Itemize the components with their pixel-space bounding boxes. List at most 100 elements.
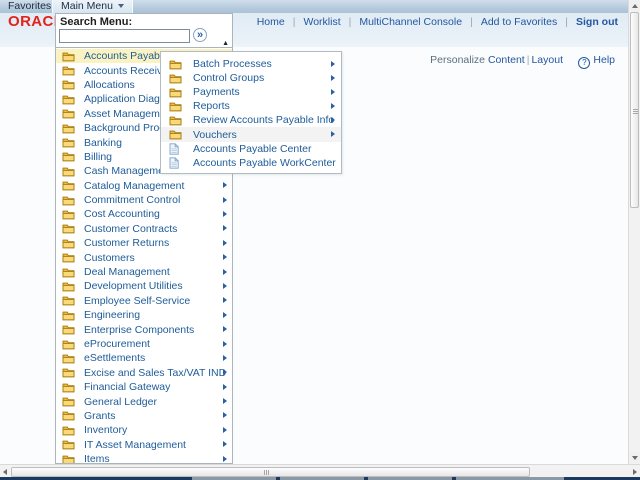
submenu-item-batch-processes[interactable]: Batch Processes: [161, 57, 341, 71]
scrollbar-grip-icon: [633, 109, 638, 115]
menu-item-cost-accounting[interactable]: Cost Accounting: [56, 207, 232, 221]
vertical-scrollbar[interactable]: [628, 0, 640, 464]
menu-item-label: Control Groups: [193, 72, 265, 85]
menu-item-esettlements[interactable]: eSettlements: [56, 351, 232, 365]
main-menu-tab[interactable]: Main Menu: [52, 0, 133, 13]
menu-item-employee-self-service[interactable]: Employee Self-Service: [56, 294, 232, 308]
submenu-arrow-icon: [223, 282, 227, 289]
folder-icon: [62, 425, 75, 436]
menu-item-label: eProcurement: [84, 338, 150, 350]
submenu-item-reports[interactable]: Reports: [161, 99, 341, 113]
menu-item-label: Payments: [193, 86, 240, 99]
menu-item-deal-management[interactable]: Deal Management: [56, 265, 232, 279]
menu-item-label: Billing: [84, 150, 113, 163]
submenu-item-payments[interactable]: Payments: [161, 85, 341, 99]
menu-item-label: Customer Contracts: [84, 222, 178, 235]
menu-item-it-asset-management[interactable]: IT Asset Management: [56, 438, 232, 452]
worklist-link[interactable]: Worklist: [303, 16, 340, 28]
submenu-arrow-icon: [331, 102, 335, 109]
menu-item-commitment-control[interactable]: Commitment Control: [56, 193, 232, 207]
submenu-arrow-icon: [223, 268, 227, 275]
menu-item-enterprise-components[interactable]: Enterprise Components: [56, 322, 232, 336]
folder-icon: [62, 382, 75, 393]
header-nav-links: Home | Worklist | MultiChannel Console | Add t…: [253, 16, 622, 28]
menu-item-customer-contracts[interactable]: Customer Contracts: [56, 222, 232, 236]
menu-item-excise-and-sales-tax-vat-ind[interactable]: Excise and Sales Tax/VAT IND: [56, 366, 232, 380]
menu-item-label: Review Accounts Payable Info: [193, 114, 335, 127]
menu-item-label: Inventory: [84, 424, 128, 437]
submenu-item-accounts-payable-center[interactable]: Accounts Payable Center: [161, 142, 341, 156]
folder-icon: [62, 151, 75, 162]
menu-item-engineering[interactable]: Engineering: [56, 308, 232, 322]
folder-icon: [169, 115, 182, 126]
horizontal-scrollbar-thumb[interactable]: [11, 467, 530, 477]
personalize-layout-link[interactable]: Layout: [531, 54, 563, 66]
horizontal-scrollbar[interactable]: [0, 464, 640, 477]
menu-item-label: Cost Accounting: [84, 208, 160, 221]
menu-item-customer-returns[interactable]: Customer Returns: [56, 236, 232, 250]
folder-icon: [62, 94, 75, 105]
menu-item-development-utilities[interactable]: Development Utilities: [56, 279, 232, 293]
folder-icon: [62, 410, 75, 421]
nav-separator: |: [292, 16, 296, 28]
menu-item-label: Accounts Payable Center: [193, 142, 312, 155]
menu-item-label: Accounts Payable WorkCenter: [193, 156, 336, 169]
submenu-arrow-icon: [223, 182, 227, 189]
menu-item-items[interactable]: Items: [56, 452, 232, 463]
menu-item-label: Customers: [84, 251, 135, 264]
search-menu-label: Search Menu:: [60, 16, 133, 28]
folder-icon: [62, 439, 75, 450]
arrow-down-icon: [632, 456, 638, 460]
menu-item-label: Accounts Payable: [84, 50, 169, 63]
search-go-button[interactable]: »: [193, 28, 207, 42]
scroll-down-button[interactable]: [629, 452, 640, 463]
submenu-item-vouchers[interactable]: Vouchers: [161, 127, 341, 142]
personalize-content-link[interactable]: Content: [488, 54, 525, 66]
menu-item-label: Financial Gateway: [84, 381, 171, 394]
scroll-up-button[interactable]: [629, 0, 640, 11]
submenu-item-review-accounts-payable-info[interactable]: Review Accounts Payable Info: [161, 113, 341, 127]
menu-item-catalog-management[interactable]: Catalog Management: [56, 179, 232, 193]
multichannel-console-link[interactable]: MultiChannel Console: [359, 16, 462, 28]
folder-icon: [62, 195, 75, 206]
collapse-menu-icon[interactable]: ▲: [222, 40, 229, 47]
menu-item-general-ledger[interactable]: General Ledger: [56, 394, 232, 408]
folder-icon: [62, 454, 75, 463]
submenu-arrow-icon: [223, 441, 227, 448]
submenu-arrow-icon: [331, 131, 335, 138]
nav-separator: |: [565, 16, 568, 28]
nav-separator: |: [348, 16, 352, 28]
folder-icon: [62, 238, 75, 249]
submenu-item-accounts-payable-workcenter[interactable]: Accounts Payable WorkCenter: [161, 156, 341, 170]
menu-item-label: Deal Management: [84, 266, 170, 279]
menu-item-label: Excise and Sales Tax/VAT IND: [84, 366, 227, 379]
folder-icon: [169, 129, 182, 140]
menu-item-grants[interactable]: Grants: [56, 409, 232, 423]
folder-icon: [62, 108, 75, 119]
folder-icon: [62, 209, 75, 220]
vertical-scrollbar-thumb[interactable]: [630, 12, 639, 208]
sign-out-link[interactable]: Sign out: [576, 16, 618, 28]
folder-icon: [62, 281, 75, 292]
home-link[interactable]: Home: [257, 16, 285, 28]
submenu-arrow-icon: [223, 455, 227, 462]
menu-item-label: Grants: [84, 409, 116, 422]
folder-icon: [62, 252, 75, 263]
submenu-arrow-icon: [223, 196, 227, 203]
menu-item-label: Commitment Control: [84, 194, 181, 207]
menu-item-eprocurement[interactable]: eProcurement: [56, 337, 232, 351]
scroll-left-button[interactable]: [0, 466, 11, 477]
menu-item-inventory[interactable]: Inventory: [56, 423, 232, 437]
add-to-favorites-link[interactable]: Add to Favorites: [481, 16, 557, 28]
menu-item-label: Vouchers: [193, 128, 237, 141]
folder-icon: [62, 166, 75, 177]
page-icon: [169, 157, 182, 169]
submenu-item-control-groups[interactable]: Control Groups: [161, 71, 341, 85]
submenu-arrow-icon: [223, 369, 227, 376]
search-input[interactable]: [59, 29, 190, 43]
submenu-arrow-icon: [223, 311, 227, 318]
scroll-right-button[interactable]: [629, 466, 640, 477]
menu-item-customers[interactable]: Customers: [56, 250, 232, 264]
menu-item-financial-gateway[interactable]: Financial Gateway: [56, 380, 232, 394]
help-link[interactable]: Help: [593, 54, 615, 66]
